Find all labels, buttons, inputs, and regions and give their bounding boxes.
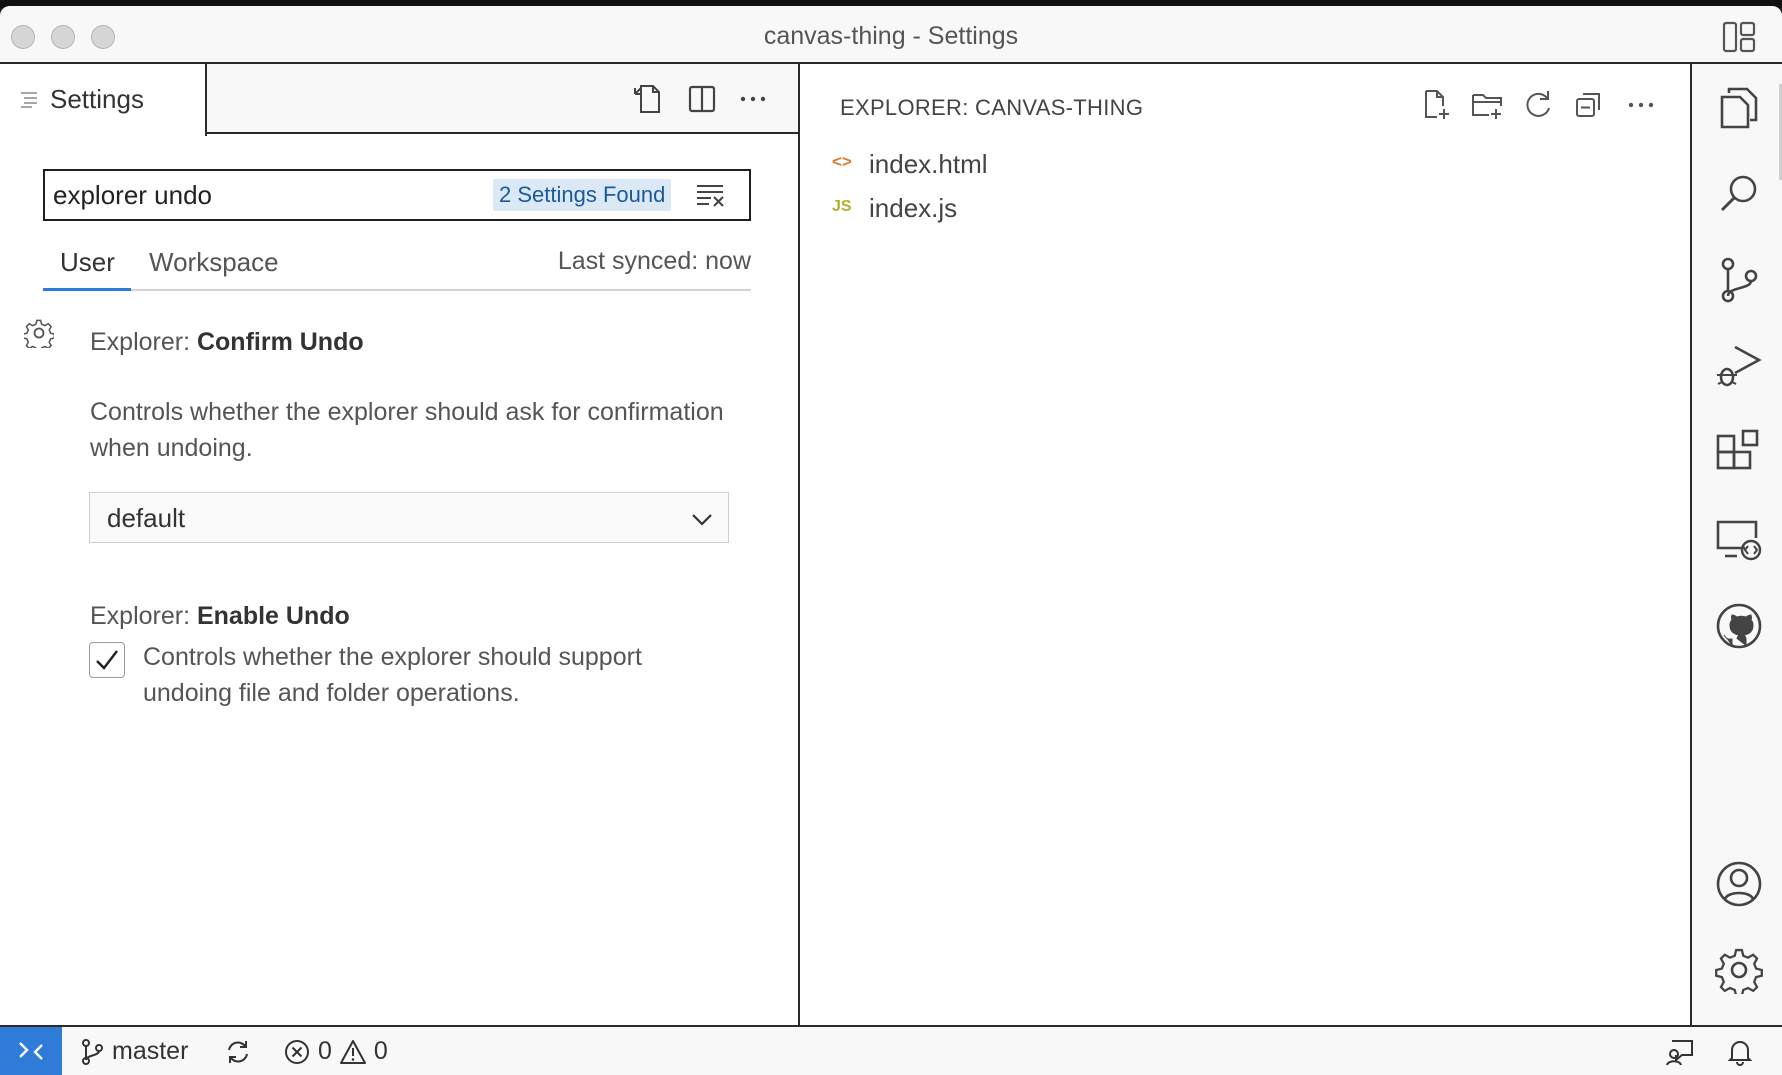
file-item-index-html[interactable]: <> index.html (802, 143, 1690, 187)
status-bar: master 0 0 (0, 1025, 1782, 1075)
enable-undo-checkbox[interactable] (89, 642, 125, 678)
js-file-icon: JS (832, 198, 852, 215)
setting-description: Controls whether the explorer should sup… (143, 643, 642, 707)
settings-editor: Settings 2 Settings Found (0, 64, 800, 1025)
new-folder-icon[interactable] (1470, 88, 1504, 122)
git-branch-icon (82, 1038, 103, 1065)
remote-explorer-icon[interactable] (1715, 516, 1763, 564)
more-actions-icon[interactable] (1624, 88, 1658, 122)
html-file-icon: <> (832, 152, 852, 171)
problems-status[interactable]: 0 0 (284, 1037, 388, 1066)
setting-title: Explorer: Enable Undo (90, 602, 350, 631)
feedback-icon[interactable] (1666, 1038, 1694, 1066)
setting-category: Explorer: (90, 328, 197, 356)
error-icon (285, 1039, 309, 1064)
split-editor-icon[interactable] (685, 82, 719, 116)
refresh-icon[interactable] (1521, 88, 1555, 122)
window-title: canvas-thing - Settings (763, 22, 1019, 50)
more-actions-icon[interactable] (736, 82, 770, 116)
setting-title: Explorer: Confirm Undo (90, 328, 364, 357)
select-value: default (107, 503, 186, 533)
file-name: index.html (869, 149, 988, 179)
branch-status[interactable]: master (80, 1037, 188, 1066)
tab-workspace[interactable]: Workspace (149, 247, 279, 278)
settings-scope-tabs: User Workspace Last synced: now (43, 239, 751, 291)
tab-settings-label: Settings (50, 84, 144, 114)
activity-bar (1690, 64, 1782, 1025)
explorer-view: EXPLORER: CANVAS-THING <> index.html JS … (802, 64, 1690, 1025)
setting-description: Controls whether the explorer should ask… (90, 398, 724, 462)
tab-settings[interactable]: Settings (0, 64, 207, 136)
extensions-icon[interactable] (1715, 429, 1763, 477)
setting-name: Confirm Undo (196, 328, 364, 356)
file-item-index-js[interactable]: JS index.js (802, 187, 1690, 231)
gear-icon[interactable] (24, 318, 54, 348)
file-name: index.js (869, 193, 958, 223)
manage-gear-icon[interactable] (1715, 946, 1763, 994)
branch-name: master (112, 1037, 189, 1065)
checkmark-icon (96, 650, 118, 670)
settings-search-input[interactable] (53, 171, 483, 219)
vscode-window: canvas-thing - Settings Settings explore… (0, 6, 1782, 1075)
open-settings-json-icon[interactable] (632, 82, 666, 116)
remote-indicator-button[interactable] (0, 1027, 62, 1075)
setting-category: Explorer: (90, 602, 197, 630)
tab-user[interactable]: User (60, 247, 115, 278)
search-icon[interactable] (1715, 170, 1763, 218)
accounts-icon[interactable] (1715, 860, 1763, 908)
editor-tab-strip: Settings (0, 64, 798, 136)
source-control-icon[interactable] (1715, 256, 1763, 304)
run-and-debug-icon[interactable] (1715, 342, 1763, 390)
settings-found-badge: 2 Settings Found (493, 179, 672, 211)
setting-name: Enable Undo (196, 602, 350, 630)
last-synced-status: Last synced: now (557, 247, 751, 275)
notifications-bell-icon[interactable] (1727, 1038, 1753, 1066)
customize-layout-icon[interactable] (1722, 20, 1756, 54)
explorer-icon[interactable] (1715, 83, 1763, 131)
warning-count: 0 (373, 1037, 388, 1065)
clear-filter-icon[interactable] (695, 181, 727, 209)
remote-icon (19, 1042, 43, 1060)
sync-icon[interactable] (224, 1038, 252, 1066)
collapse-folders-icon[interactable] (1572, 88, 1606, 122)
settings-search-box: 2 Settings Found (43, 169, 751, 221)
title-bar: canvas-thing - Settings (0, 6, 1782, 64)
confirm-undo-select[interactable]: default (89, 492, 729, 543)
github-icon[interactable] (1715, 602, 1763, 650)
explorer-title: EXPLORER: CANVAS-THING (840, 95, 1144, 120)
settings-list-icon (21, 92, 37, 108)
chevron-down-icon (692, 514, 712, 526)
error-count: 0 (318, 1037, 332, 1065)
new-file-icon[interactable] (1419, 88, 1453, 122)
active-tab-indicator (43, 288, 131, 291)
warning-icon (339, 1039, 366, 1064)
